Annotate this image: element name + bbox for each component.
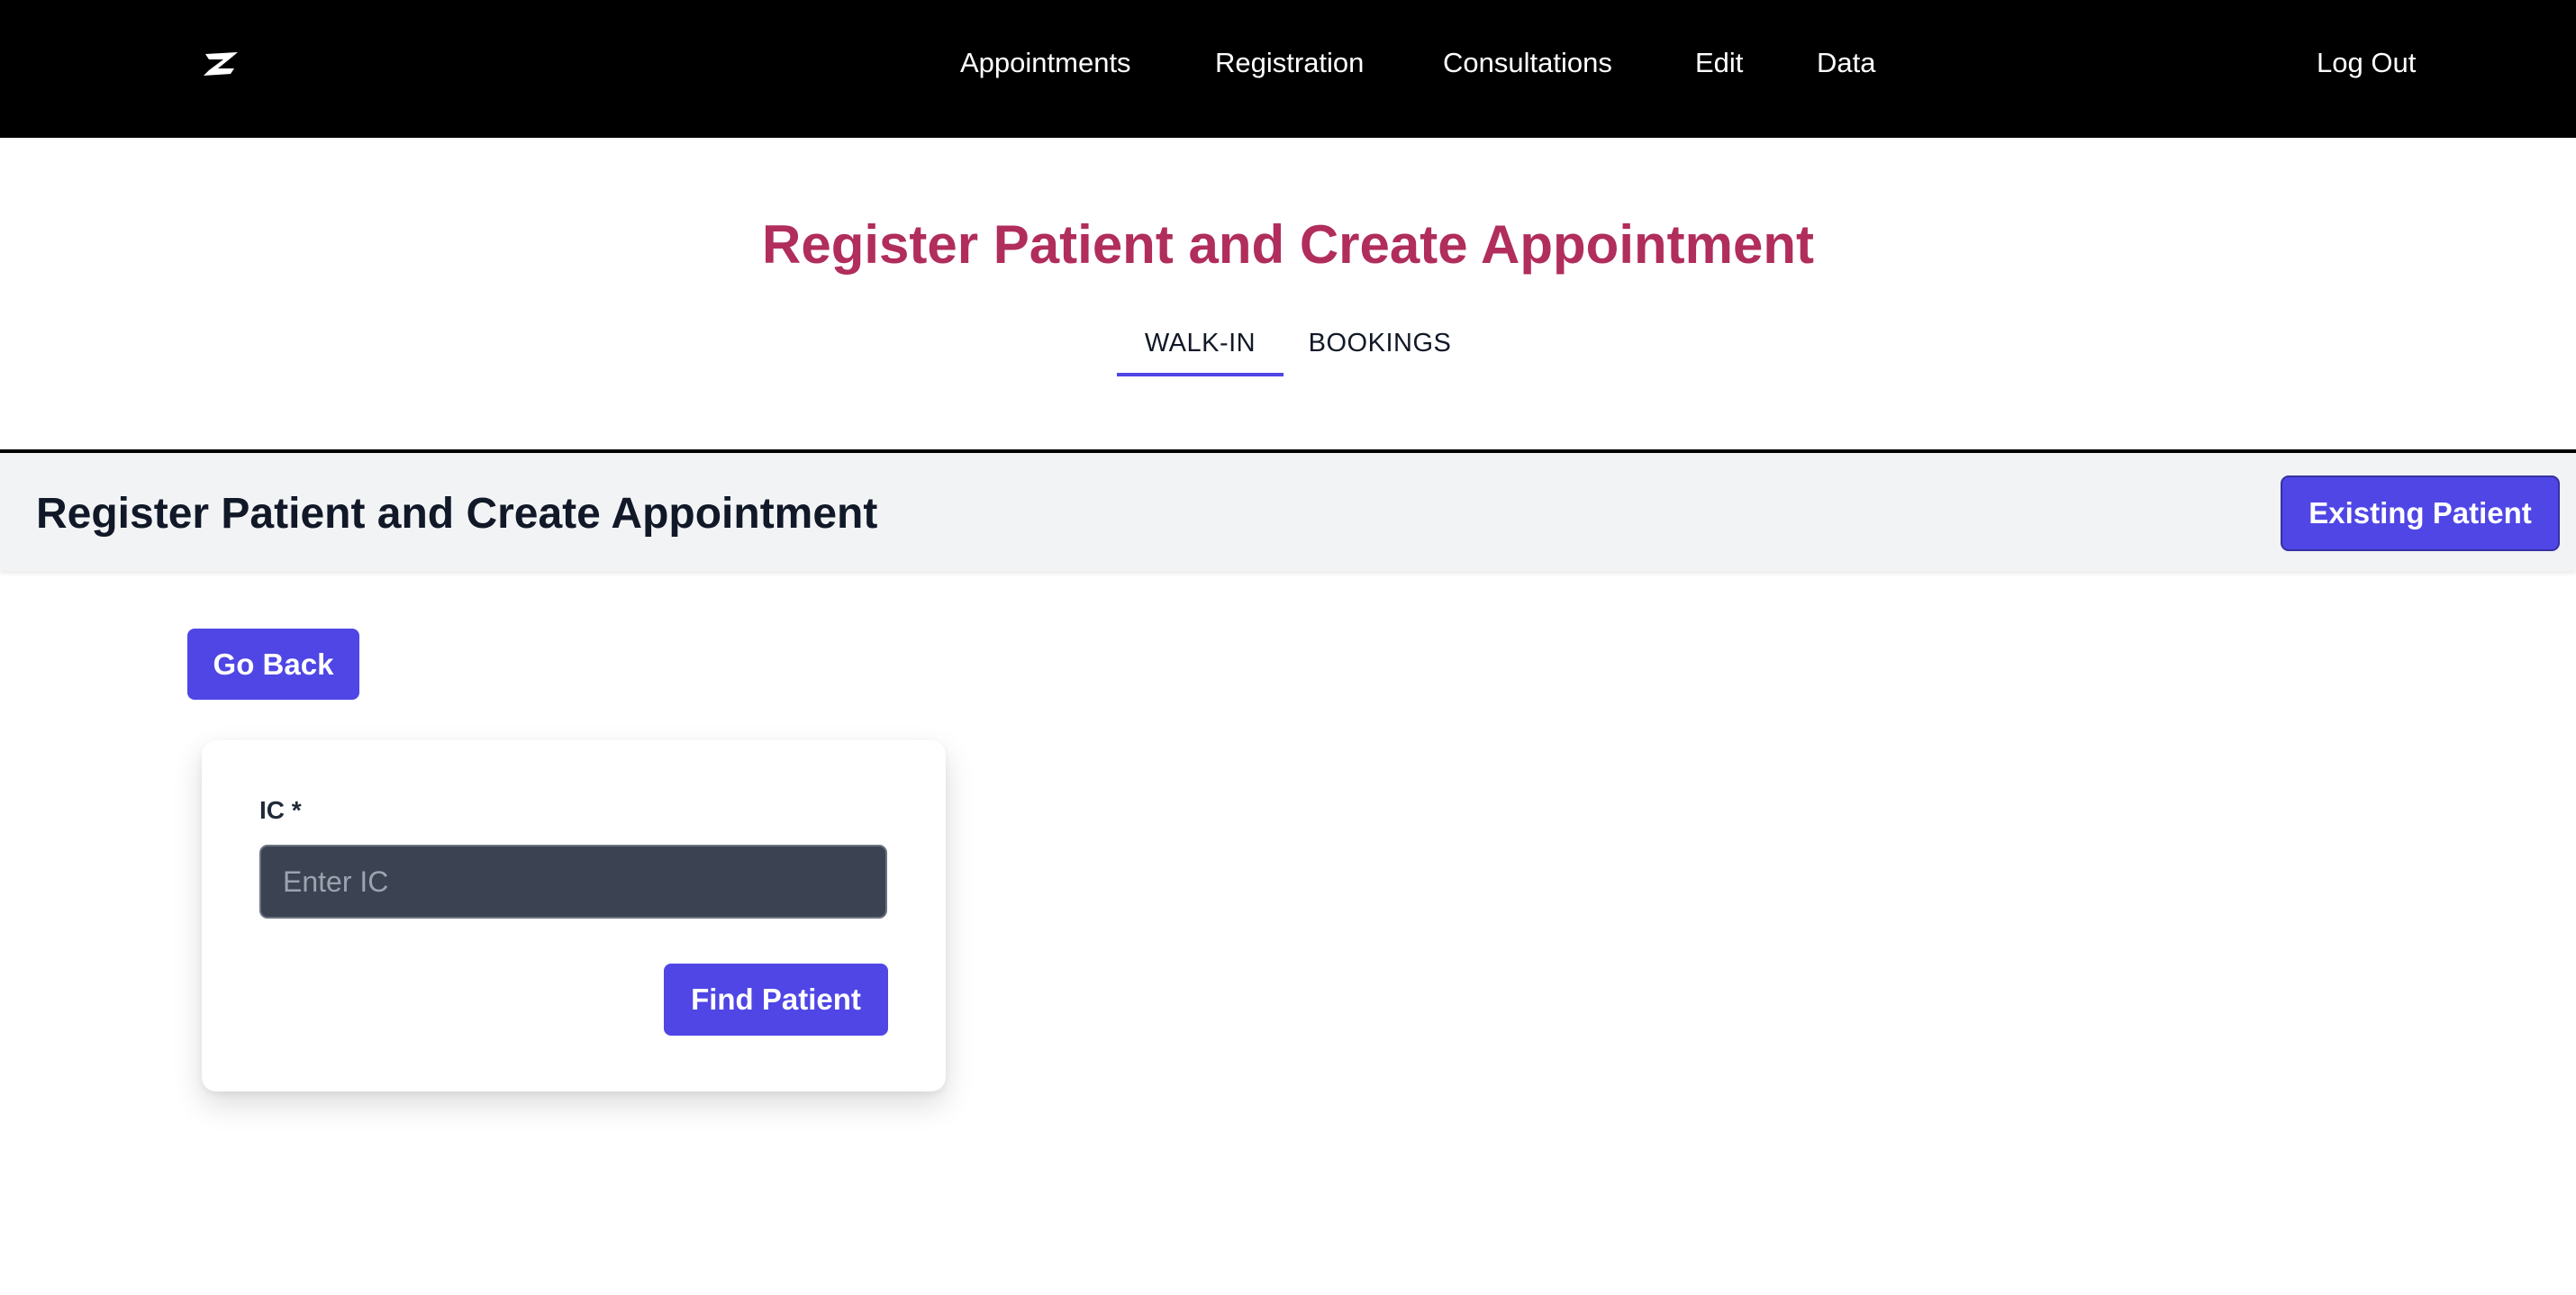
nav-registration[interactable]: Registration xyxy=(1215,43,1364,83)
top-navbar: Appointments Registration Consultations … xyxy=(0,0,2576,138)
page-title: Register Patient and Create Appointment xyxy=(762,214,1814,275)
find-patient-button[interactable]: Find Patient xyxy=(664,964,888,1036)
nav-appointments[interactable]: Appointments xyxy=(960,43,1131,83)
ic-input[interactable] xyxy=(259,845,887,919)
tab-walk-in[interactable]: WALK-IN xyxy=(1117,321,1283,366)
logout-link[interactable]: Log Out xyxy=(2317,43,2416,83)
nav-data[interactable]: Data xyxy=(1817,43,1875,83)
nav-edit[interactable]: Edit xyxy=(1695,43,1743,83)
nav-consultations[interactable]: Consultations xyxy=(1443,43,1612,83)
tab-bookings[interactable]: BOOKINGS xyxy=(1295,321,1465,366)
ic-field-label: IC * xyxy=(259,796,302,824)
section-title: Register Patient and Create Appointment xyxy=(36,490,878,538)
active-tab-indicator xyxy=(1117,373,1283,376)
z-logo-icon[interactable] xyxy=(200,49,243,77)
find-patient-card: IC * Find Patient xyxy=(202,740,946,1091)
existing-patient-button[interactable]: Existing Patient xyxy=(2281,475,2560,551)
go-back-button[interactable]: Go Back xyxy=(187,629,359,700)
section-header: Register Patient and Create Appointment … xyxy=(0,453,2576,571)
